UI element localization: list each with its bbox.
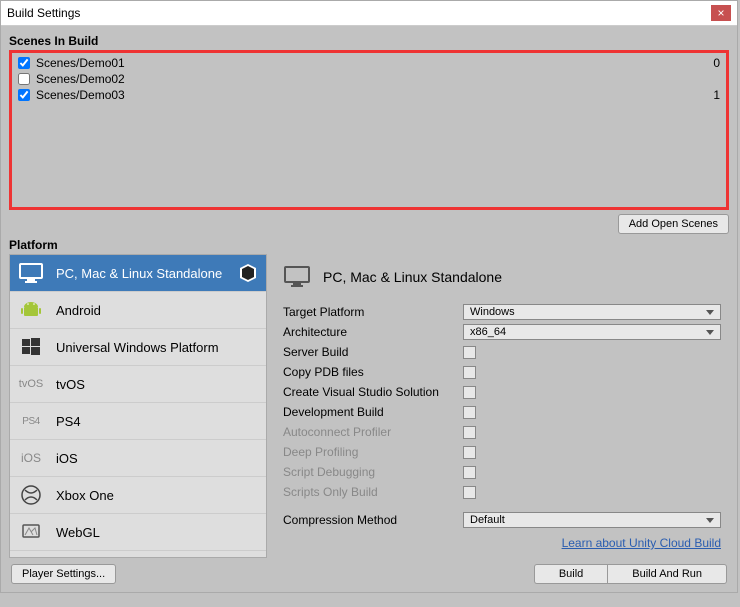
scene-row[interactable]: Scenes/Demo02: [14, 71, 724, 87]
scene-index: 1: [700, 88, 720, 102]
platform-label-text: Xbox One: [56, 488, 258, 503]
setting-autoconnect: Autoconnect Profiler: [279, 422, 725, 442]
platform-label-text: iOS: [56, 451, 258, 466]
platform-label-text: PC, Mac & Linux Standalone: [56, 266, 226, 281]
scene-index: 0: [700, 56, 720, 70]
window-title: Build Settings: [7, 6, 80, 20]
add-open-scenes-button[interactable]: Add Open Scenes: [618, 214, 729, 234]
setting-copy-pdb: Copy PDB files: [279, 362, 725, 382]
content-area: Scenes In Build Scenes/Demo01 0 Scenes/D…: [1, 26, 737, 592]
platform-item-webgl[interactable]: WebGL: [10, 514, 266, 551]
server-build-checkbox[interactable]: [463, 346, 476, 359]
scene-name: Scenes/Demo03: [36, 88, 700, 102]
setting-deep-profiling: Deep Profiling: [279, 442, 725, 462]
scene-checkbox[interactable]: [18, 73, 30, 85]
setting-scripts-only: Scripts Only Build: [279, 482, 725, 502]
build-settings-window: Build Settings × Scenes In Build Scenes/…: [0, 0, 738, 593]
platform-item-standalone[interactable]: PC, Mac & Linux Standalone: [10, 255, 266, 292]
platform-item-tvos[interactable]: tvOS tvOS: [10, 366, 266, 403]
platform-label-text: Android: [56, 303, 258, 318]
scenes-list[interactable]: Scenes/Demo01 0 Scenes/Demo02 Scenes/Dem…: [9, 50, 729, 210]
xbox-icon: [18, 485, 44, 505]
scenes-label: Scenes In Build: [9, 34, 729, 48]
scene-row[interactable]: Scenes/Demo01 0: [14, 55, 724, 71]
settings-panel: PC, Mac & Linux Standalone Target Platfo…: [275, 254, 729, 558]
scene-row[interactable]: Scenes/Demo03 1: [14, 87, 724, 103]
ios-icon: iOS: [18, 448, 44, 468]
setting-architecture: Architecture x86_64: [279, 322, 725, 342]
setting-target-platform: Target Platform Windows: [279, 302, 725, 322]
platform-label-text: Universal Windows Platform: [56, 340, 258, 355]
setting-compression: Compression Method Default: [279, 510, 725, 530]
setting-dev-build: Development Build: [279, 402, 725, 422]
script-debug-checkbox: [463, 466, 476, 479]
copy-pdb-checkbox[interactable]: [463, 366, 476, 379]
unity-icon: [238, 263, 258, 283]
scripts-only-checkbox: [463, 486, 476, 499]
scene-checkbox[interactable]: [18, 89, 30, 101]
windows-icon: [18, 337, 44, 357]
titlebar: Build Settings ×: [1, 1, 737, 26]
monitor-icon: [283, 266, 311, 288]
platform-item-uwp[interactable]: Universal Windows Platform: [10, 329, 266, 366]
webgl-icon: [18, 522, 44, 542]
tvos-icon: tvOS: [18, 374, 44, 394]
scene-name: Scenes/Demo01: [36, 56, 700, 70]
platform-item-ios[interactable]: iOS iOS: [10, 440, 266, 477]
setting-server-build: Server Build: [279, 342, 725, 362]
platform-item-android[interactable]: Android: [10, 292, 266, 329]
autoconnect-checkbox: [463, 426, 476, 439]
monitor-icon: [18, 263, 44, 283]
player-settings-button[interactable]: Player Settings...: [11, 564, 116, 584]
scene-name: Scenes/Demo02: [36, 72, 700, 86]
bottom-bar: Player Settings... Build Build And Run: [9, 564, 729, 584]
compression-dropdown[interactable]: Default: [463, 512, 721, 528]
scene-checkbox[interactable]: [18, 57, 30, 69]
deep-profiling-checkbox: [463, 446, 476, 459]
settings-header: PC, Mac & Linux Standalone: [279, 260, 725, 302]
cloud-build-link[interactable]: Learn about Unity Cloud Build: [279, 530, 725, 552]
platform-item-ps4[interactable]: PS4 PS4: [10, 403, 266, 440]
target-platform-dropdown[interactable]: Windows: [463, 304, 721, 320]
build-and-run-button[interactable]: Build And Run: [607, 564, 727, 584]
close-button[interactable]: ×: [711, 5, 731, 21]
settings-title: PC, Mac & Linux Standalone: [323, 269, 502, 285]
android-icon: [18, 300, 44, 320]
platform-label-text: WebGL: [56, 525, 258, 540]
setting-create-vs: Create Visual Studio Solution: [279, 382, 725, 402]
platform-label-text: tvOS: [56, 377, 258, 392]
create-vs-checkbox[interactable]: [463, 386, 476, 399]
build-button[interactable]: Build: [534, 564, 607, 584]
architecture-dropdown[interactable]: x86_64: [463, 324, 721, 340]
platform-list: PC, Mac & Linux Standalone Android Univ: [9, 254, 267, 558]
platform-label-text: PS4: [56, 414, 258, 429]
ps4-icon: PS4: [18, 411, 44, 431]
dev-build-checkbox[interactable]: [463, 406, 476, 419]
platform-label: Platform: [9, 238, 729, 252]
platform-item-xboxone[interactable]: Xbox One: [10, 477, 266, 514]
close-icon: ×: [717, 6, 724, 20]
setting-script-debug: Script Debugging: [279, 462, 725, 482]
